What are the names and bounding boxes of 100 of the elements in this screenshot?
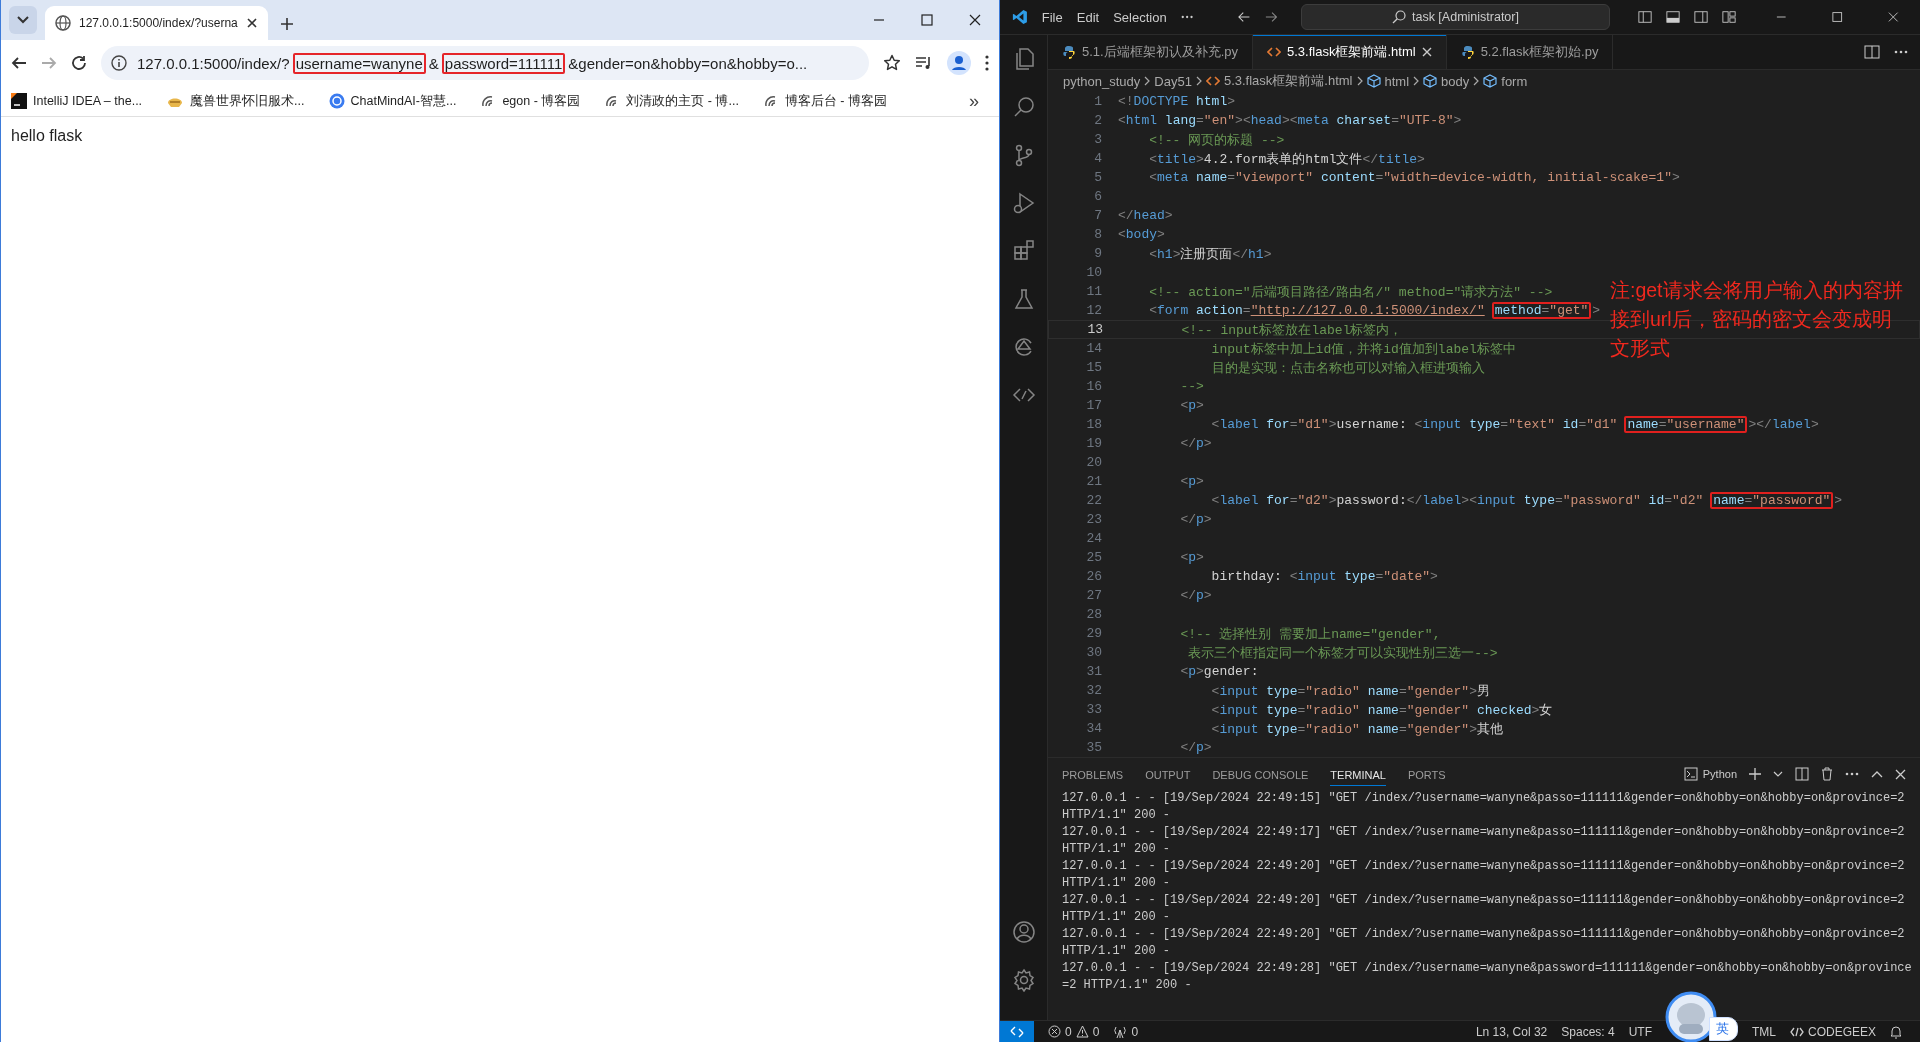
chevron-up-icon[interactable] <box>1871 770 1883 778</box>
line-number: 34 <box>1085 721 1103 736</box>
code-text: </p> <box>1179 436 1212 451</box>
more-icon[interactable] <box>1845 772 1859 776</box>
menu-icon[interactable] <box>985 55 989 71</box>
more-icon[interactable] <box>1180 15 1193 19</box>
line-number: 13 <box>1086 322 1104 337</box>
error-count[interactable]: 0 <box>1065 1024 1072 1039</box>
code-text: <!-- 选择性别 需要加上name="gender", <box>1179 625 1441 643</box>
breadcrumb[interactable]: python_study <box>1063 73 1141 89</box>
status-item[interactable]: CODEGEEX <box>1790 1024 1876 1039</box>
bookmark[interactable]: egon - 博客园 <box>480 92 581 110</box>
run-debug-icon[interactable] <box>1011 191 1036 215</box>
back-icon[interactable] <box>11 55 27 71</box>
ports-count[interactable]: 0 <box>1131 1024 1139 1039</box>
close-icon[interactable] <box>245 17 258 29</box>
panel-tab[interactable]: PORTS <box>1407 763 1446 785</box>
menu-item[interactable]: File <box>1041 9 1063 25</box>
highlighted-url-text: password=111111 <box>441 52 566 74</box>
star-icon[interactable] <box>883 54 901 72</box>
breadcrumb[interactable]: html <box>1366 73 1410 89</box>
terminal-line: HTTP/1.1" 200 - <box>1062 841 1171 858</box>
warning-icon <box>1075 1025 1089 1038</box>
terminal-line: 127.0.0.1 - - [19/Sep/2024 22:49:20] "GET /index/?username=wanyne&passo=111111&gender=on&hobby=on&hobby=on&province=2 <box>1062 892 1905 909</box>
panel-tab[interactable]: OUTPUT <box>1145 763 1191 785</box>
line-number: 28 <box>1085 607 1103 622</box>
warning-count[interactable]: 0 <box>1092 1024 1100 1039</box>
panel-toggle-icon[interactable] <box>1665 10 1680 24</box>
reload-icon[interactable] <box>71 55 87 71</box>
browser-tab[interactable]: 127.0.0.1:5000/index/?userna <box>45 6 268 40</box>
menu-item[interactable]: Selection <box>1113 9 1167 25</box>
address-bar[interactable]: 127.0.0.1:5000/index/? username=wanyne & password=111111 &gender=on&hobby=on&hobby=o... <box>101 46 869 80</box>
bookmark[interactable]: 刘清政的主页 - 博... <box>604 92 739 110</box>
close-icon[interactable] <box>969 14 981 26</box>
profile-icon[interactable] <box>947 51 971 75</box>
panel-tab[interactable]: TERMINAL <box>1330 762 1386 786</box>
terminal-line: 127.0.0.1 - - [19/Sep/2024 22:49:17] "GET /index/?username=wanyne&passo=111111&gender=on&hobby=on&hobby=on&province=2 <box>1062 824 1905 841</box>
terminal-line: =2 HTTP/1.1" 200 - <box>1062 977 1192 994</box>
broadcast-icon <box>1113 1025 1128 1038</box>
code-text: birthday: <input type="date"> <box>1210 569 1438 584</box>
breadcrumb[interactable]: body <box>1423 73 1470 89</box>
media-icon[interactable] <box>915 55 933 71</box>
bookmark[interactable]: IntelliJ IDEA – the... <box>11 93 143 109</box>
settings-icon[interactable] <box>1011 968 1036 992</box>
breadcrumb[interactable]: Day51 <box>1154 73 1192 89</box>
secondary-sidebar-icon[interactable] <box>1694 10 1709 24</box>
info-icon[interactable] <box>111 55 127 71</box>
globe-icon <box>55 15 71 31</box>
bookmark[interactable]: ChatMindAI-智慧... <box>328 92 457 110</box>
status-item[interactable]: TML <box>1752 1024 1776 1039</box>
bell-icon[interactable] <box>1890 1024 1902 1039</box>
split-editor-icon[interactable] <box>1864 45 1880 59</box>
line-number: 19 <box>1085 436 1103 451</box>
caret-icon <box>17 16 29 24</box>
line-number: 1 <box>1093 94 1103 109</box>
breadcrumb[interactable]: form <box>1483 73 1528 89</box>
sidebar-toggle-icon[interactable] <box>1637 10 1652 24</box>
python-file-icon <box>1460 45 1475 59</box>
editor-tab[interactable]: 5.2.flask框架初始.py <box>1446 35 1614 69</box>
account-icon[interactable] <box>1011 920 1036 944</box>
error-icon <box>1048 1025 1061 1038</box>
panel-tab[interactable]: DEBUG CONSOLE <box>1212 763 1309 785</box>
layout-icon[interactable] <box>1722 10 1737 24</box>
new-tab-icon[interactable] <box>279 17 294 31</box>
back-icon[interactable] <box>1238 11 1251 23</box>
add-icon[interactable] <box>1749 768 1761 780</box>
forward-icon[interactable] <box>1264 11 1277 23</box>
panel-tab[interactable]: PROBLEMS <box>1062 763 1124 785</box>
cube-icon <box>1483 74 1498 88</box>
code-text: <title>4.2.form表单的html文件</title> <box>1148 150 1425 168</box>
status-item[interactable]: Ln 13, Col 32 <box>1475 1024 1548 1039</box>
editor-tab[interactable]: 5.3.flask框架前端.html <box>1253 35 1447 69</box>
highlighted-url-text: username=wanyne <box>292 52 426 74</box>
more-icon[interactable] <box>1894 50 1908 54</box>
remote-button[interactable] <box>1000 1021 1034 1042</box>
code-text: <!-- 网页的标题 --> <box>1148 131 1285 149</box>
input-method-indicator[interactable]: 英 <box>1709 1017 1738 1041</box>
code-text: <p> <box>1179 550 1204 565</box>
python-file-icon <box>1062 45 1076 59</box>
highlight-box: name="username" <box>1624 416 1748 433</box>
code-text: ></label> <box>1748 417 1819 432</box>
more-bookmarks-button[interactable]: » <box>969 90 989 112</box>
bookmark[interactable]: 博客后台 - 博客园 <box>762 92 887 110</box>
bookmark[interactable]: 魔兽世界怀旧服术... <box>166 92 305 110</box>
status-item[interactable]: Spaces: 4 <box>1561 1024 1615 1039</box>
trash-icon[interactable] <box>1821 767 1833 781</box>
extensions-icon[interactable] <box>1011 239 1036 263</box>
menu-item[interactable]: Edit <box>1076 9 1100 25</box>
code-text: --> <box>1179 379 1204 394</box>
caret-icon[interactable] <box>1773 771 1783 777</box>
code-text: > <box>1592 303 1601 318</box>
assistant-avatar[interactable] <box>1665 991 1717 1042</box>
status-item[interactable]: UTF <box>1628 1024 1652 1039</box>
maximize-icon[interactable] <box>921 14 933 26</box>
breadcrumb[interactable]: 5.3.flask框架前端.html <box>1205 72 1353 90</box>
code-text: <html lang="en"><head><meta charset="UTF-8"> <box>1118 113 1462 128</box>
command-center[interactable]: task [Administrator] <box>1301 4 1610 30</box>
tab-list-button[interactable] <box>9 6 37 34</box>
terminal-selector[interactable]: Python <box>1683 767 1737 781</box>
split-terminal-icon[interactable] <box>1795 767 1809 781</box>
